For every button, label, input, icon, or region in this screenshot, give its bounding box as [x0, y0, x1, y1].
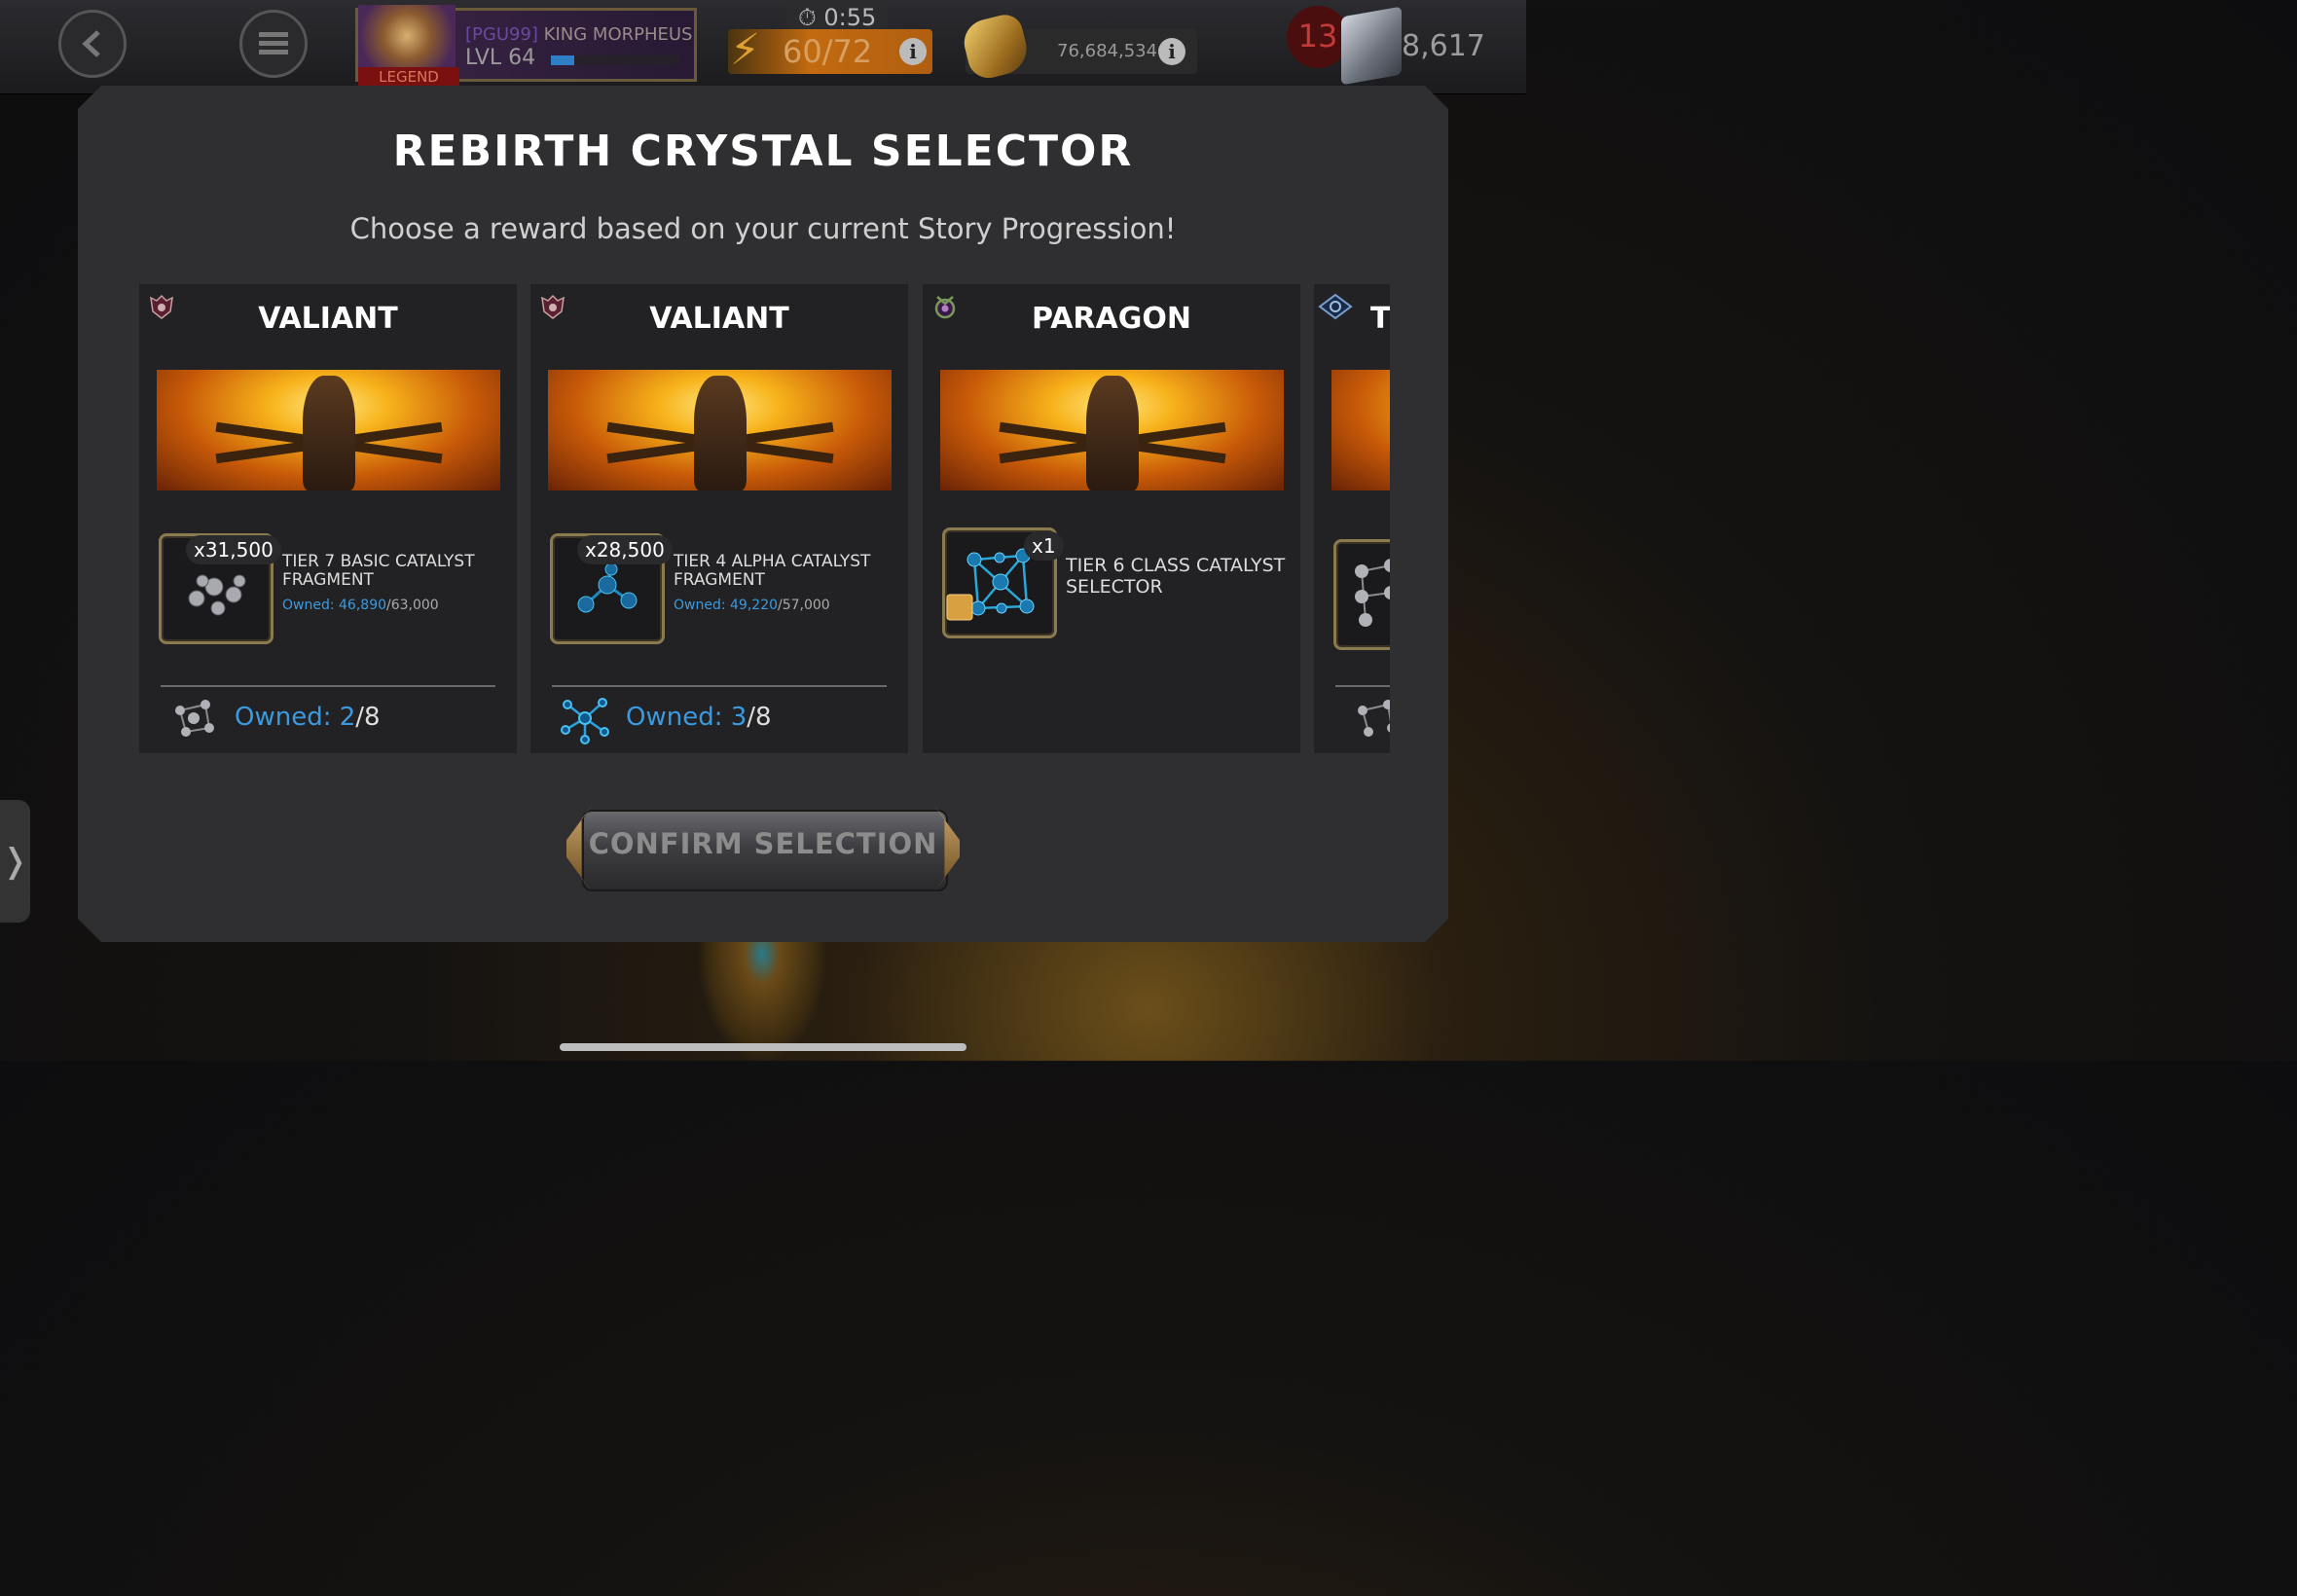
reward-card-valiant-2[interactable]: VALIANT x28,500 TIER 4 ALPHA CATALYST FR… — [530, 284, 908, 753]
reward-card-paragon[interactable]: PARAGON x1 TIER 6 CLASS CATALYST SELECTO… — [923, 284, 1300, 753]
card-banner-image — [1331, 370, 1390, 490]
level-progress-bar — [551, 55, 679, 65]
divider — [161, 685, 495, 687]
item-name: TIER 4 ALPHA CATALYST FRAGMENT — [674, 552, 871, 590]
catalyst-icon — [561, 698, 609, 744]
thronebreaker-class-icon — [1318, 293, 1353, 320]
player-tag: [PGU99] — [465, 24, 538, 45]
rebirth-crystal-modal: REBIRTH CRYSTAL SELECTOR Choose a reward… — [78, 86, 1448, 942]
gold-icon — [959, 11, 1033, 83]
reward-card-thronebreaker[interactable]: T — [1314, 284, 1390, 753]
player-profile[interactable]: LEGEND [PGU99] KING MORPHEUS LVL 64 — [355, 5, 697, 87]
units-value: 8,617 — [1402, 29, 1485, 63]
notification-badge[interactable]: 13 — [1287, 6, 1349, 68]
rank-badge: LEGEND — [358, 67, 459, 87]
reward-carousel[interactable]: VALIANT x31,500 TIER 7 BASIC CATALYST FR… — [139, 284, 1390, 753]
item-count-badge: x31,500 — [186, 535, 281, 564]
modal-title: REBIRTH CRYSTAL SELECTOR — [392, 127, 1134, 176]
side-drawer-tab[interactable]: ❭ — [0, 800, 30, 923]
catalyst-fragment-icon — [1333, 539, 1390, 650]
menu-icon — [259, 32, 288, 54]
player-level: LVL 64 — [465, 46, 536, 70]
catalyst-owned: Owned: 3/8 — [626, 703, 772, 732]
timer-icon: ⏱ — [798, 4, 817, 31]
catalyst-owned: Owned: 2/8 — [235, 703, 381, 732]
gold-counter[interactable]: 76,684,534 i — [959, 11, 1197, 83]
card-title: PARAGON — [1031, 302, 1191, 336]
item-owned: Owned: 46,890/63,000 — [282, 598, 439, 613]
energy-meter[interactable]: ⚡ 60/72 i — [728, 25, 932, 75]
units-icon — [1341, 6, 1402, 86]
item-name: TIER 6 CLASS CATALYST SELECTOR — [1066, 555, 1286, 598]
menu-button[interactable] — [239, 10, 308, 78]
item-count-badge: x28,500 — [577, 535, 673, 564]
home-indicator[interactable] — [560, 1043, 966, 1051]
confirm-selection-button[interactable]: CONFIRM SELECTION — [566, 806, 960, 891]
item-name: TIER 7 BASIC CATALYST FRAGMENT — [282, 552, 475, 590]
divider — [552, 685, 887, 687]
info-icon[interactable]: i — [899, 38, 927, 65]
card-title: VALIANT — [649, 302, 789, 336]
card-banner-image — [157, 370, 500, 490]
confirm-selection-label: CONFIRM SELECTION — [588, 827, 938, 860]
energy-value: 60/72 — [783, 33, 873, 70]
divider — [1335, 685, 1390, 687]
top-hud: LEGEND [PGU99] KING MORPHEUS LVL 64 ⏱ 0:… — [0, 0, 1526, 94]
timer-value: 0:55 — [823, 4, 877, 31]
card-banner-image — [940, 370, 1284, 490]
info-icon[interactable]: i — [1158, 38, 1185, 65]
item-owned: Owned: 49,220/57,000 — [674, 598, 830, 613]
back-icon — [82, 30, 100, 57]
card-banner-image — [548, 370, 892, 490]
back-button[interactable] — [58, 10, 127, 78]
item-count-badge: x1 — [1024, 531, 1064, 561]
reward-card-valiant-1[interactable]: VALIANT x31,500 TIER 7 BASIC CATALYST FR… — [139, 284, 517, 753]
catalyst-icon — [1358, 700, 1390, 737]
card-title: VALIANT — [258, 302, 398, 336]
modal-subtitle: Choose a reward based on your current St… — [349, 212, 1177, 245]
gold-value: 76,684,534 — [1057, 41, 1158, 61]
energy-bolt-icon: ⚡ — [730, 25, 760, 75]
player-name: [PGU99] KING MORPHEUS — [465, 24, 693, 45]
catalyst-icon — [175, 700, 214, 737]
card-title: T — [1370, 302, 1390, 336]
player-name-text: KING MORPHEUS — [543, 24, 693, 45]
